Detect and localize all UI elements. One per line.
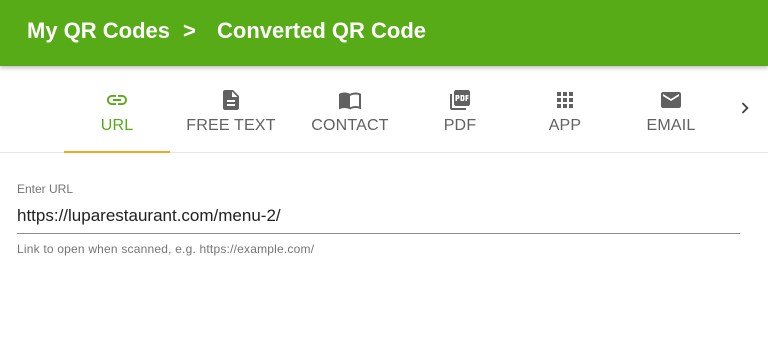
tab-pdf[interactable]: PDF bbox=[407, 66, 513, 152]
pdf-icon bbox=[450, 90, 470, 110]
tab-label: EMAIL bbox=[646, 117, 696, 134]
tab-url[interactable]: URL bbox=[64, 66, 170, 153]
book-icon bbox=[339, 92, 361, 110]
tab-label: CONTACT bbox=[311, 117, 389, 134]
tab-label: APP bbox=[548, 117, 582, 134]
url-field-hint: Link to open when scanned, e.g. https://… bbox=[17, 242, 315, 256]
breadcrumb-my-qr-codes[interactable]: My QR Codes bbox=[27, 18, 170, 44]
tab-label: FREE TEXT bbox=[186, 117, 276, 134]
tab-email[interactable]: EMAIL bbox=[618, 66, 724, 152]
top-app-bar: My QR Codes > Converted QR Code bbox=[0, 0, 768, 66]
link-icon bbox=[107, 95, 127, 105]
tab-contact[interactable]: CONTACT bbox=[297, 66, 403, 152]
tab-app[interactable]: APP bbox=[512, 66, 618, 152]
tab-free-text[interactable]: FREE TEXT bbox=[178, 66, 284, 152]
tab-label: URL bbox=[100, 117, 134, 134]
page-title: Converted QR Code bbox=[217, 18, 427, 43]
tab-label: PDF bbox=[443, 117, 477, 134]
chevron-right-icon[interactable] bbox=[734, 96, 756, 120]
url-field: Enter URL Link to open when scanned, e.g… bbox=[17, 182, 740, 256]
document-icon bbox=[223, 90, 239, 110]
qr-type-tabs: URL FREE TEXT CONTACT PDF APP EMAIL bbox=[0, 66, 768, 153]
url-field-label: Enter URL bbox=[17, 182, 74, 196]
email-icon bbox=[661, 92, 681, 108]
breadcrumb-separator: > bbox=[183, 18, 196, 43]
apps-grid-icon bbox=[557, 92, 573, 108]
url-input[interactable] bbox=[17, 206, 740, 234]
